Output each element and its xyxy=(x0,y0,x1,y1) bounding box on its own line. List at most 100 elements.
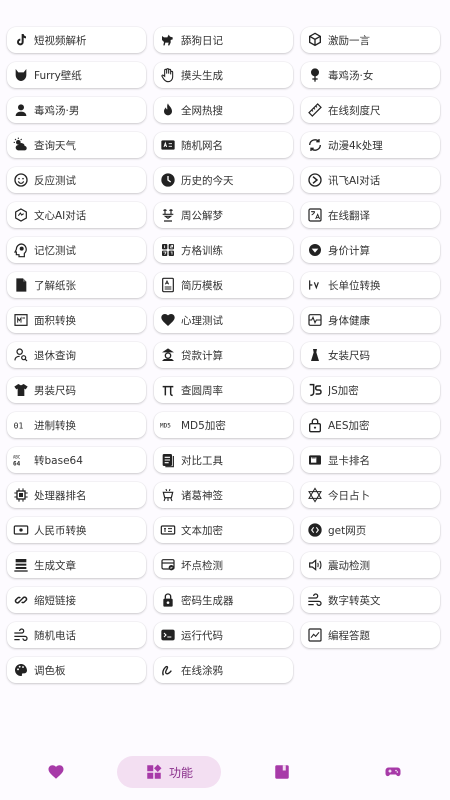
tool-label: 处理器排名 xyxy=(34,489,87,502)
tool-tile[interactable]: 查询天气 xyxy=(7,132,146,158)
loan-icon xyxy=(160,347,176,363)
tool-label: 方格训练 xyxy=(181,244,223,257)
length-unit-icon xyxy=(307,277,323,293)
tool-tile[interactable]: 激励一言 xyxy=(301,27,440,53)
pixel-check-icon xyxy=(160,557,176,573)
tool-tile[interactable]: 男装尺码 xyxy=(7,377,146,403)
area-icon xyxy=(13,312,29,328)
web-code-icon xyxy=(307,522,323,538)
grid-numbers-icon xyxy=(160,242,176,258)
dog-icon xyxy=(160,32,176,48)
shirt-icon xyxy=(13,382,29,398)
tool-label: 心理测试 xyxy=(181,314,223,327)
text-encrypt-icon xyxy=(160,522,176,538)
tool-tile[interactable]: AES加密 xyxy=(301,412,440,438)
tool-tile[interactable]: 舔狗日记 xyxy=(154,27,293,53)
tool-tile[interactable]: 心理测试 xyxy=(154,307,293,333)
tool-label: 查询天气 xyxy=(34,139,76,152)
tool-tile[interactable]: 身价计算 xyxy=(301,237,440,263)
tool-tile[interactable]: 随机电话 xyxy=(7,622,146,648)
nav-features[interactable]: 功能 xyxy=(117,756,221,788)
nav-games[interactable] xyxy=(375,756,411,788)
tool-tile[interactable]: 显卡排名 xyxy=(301,447,440,473)
tool-tile[interactable]: 全网热搜 xyxy=(154,97,293,123)
tool-label: 显卡排名 xyxy=(328,454,370,467)
tool-tile[interactable]: MD5 MD5加密 xyxy=(154,412,293,438)
tool-tile[interactable]: Furry壁纸 xyxy=(7,62,146,88)
tool-tile[interactable]: 处理器排名 xyxy=(7,482,146,508)
tool-tile[interactable]: 文心AI对话 xyxy=(7,202,146,228)
smile-icon xyxy=(13,172,29,188)
wind-icon xyxy=(13,627,29,643)
tool-tile[interactable]: 今日占卜 xyxy=(301,482,440,508)
tool-label: 编程答题 xyxy=(328,629,370,642)
tool-tile[interactable]: 摸头生成 xyxy=(154,62,293,88)
tool-tile[interactable]: 在线涂鸦 xyxy=(154,657,293,683)
tool-tile[interactable]: 记忆测试 xyxy=(7,237,146,263)
tool-tile[interactable]: 坏点检测 xyxy=(154,552,293,578)
tool-tile[interactable]: JS加密 xyxy=(301,377,440,403)
tool-tile[interactable]: 随机网名 xyxy=(154,132,293,158)
tool-tile[interactable]: 数字转英文 xyxy=(301,587,440,613)
tool-tile[interactable]: 面积转换 xyxy=(7,307,146,333)
tool-tile[interactable]: 简历模板 xyxy=(154,272,293,298)
heart-icon xyxy=(160,312,176,328)
tool-tile[interactable]: 密码生成器 xyxy=(154,587,293,613)
tool-tile[interactable]: 方格训练 xyxy=(154,237,293,263)
spark-icon xyxy=(307,172,323,188)
male-user-icon xyxy=(13,102,29,118)
tool-label: 讯飞AI对话 xyxy=(328,174,381,187)
cube-icon xyxy=(307,32,323,48)
password-icon xyxy=(160,592,176,608)
tool-tile[interactable]: 01 进制转换 xyxy=(7,412,146,438)
tool-tile[interactable]: get网页 xyxy=(301,517,440,543)
tool-tile[interactable]: 文本加密 xyxy=(154,517,293,543)
tool-tile[interactable]: 贷款计算 xyxy=(154,342,293,368)
tool-tile[interactable]: 震动检测 xyxy=(301,552,440,578)
nav-bookmarks[interactable] xyxy=(264,756,300,788)
pulse-icon xyxy=(307,312,323,328)
tool-label: 简历模板 xyxy=(181,279,223,292)
tool-tile[interactable]: 对比工具 xyxy=(154,447,293,473)
nav-favorites[interactable] xyxy=(38,756,74,788)
tool-tile[interactable]: 在线刻度尺 xyxy=(301,97,440,123)
image-sync-icon xyxy=(307,137,323,153)
tool-label: 面积转换 xyxy=(34,314,76,327)
tool-tile[interactable]: 了解纸张 xyxy=(7,272,146,298)
tool-label: 转base64 xyxy=(34,454,83,467)
tool-tile[interactable]: 编程答题 xyxy=(301,622,440,648)
tool-tile[interactable]: 在线翻译 xyxy=(301,202,440,228)
tool-tile[interactable]: 查圆周率 xyxy=(154,377,293,403)
tool-tile[interactable]: 反应测试 xyxy=(7,167,146,193)
tool-label: 长单位转换 xyxy=(328,279,381,292)
palette-icon xyxy=(13,662,29,678)
tool-tile[interactable]: 身体健康 xyxy=(301,307,440,333)
weather-icon xyxy=(13,137,29,153)
tool-tile[interactable]: 退休查询 xyxy=(7,342,146,368)
tool-tile[interactable]: 人民币转换 xyxy=(7,517,146,543)
resume-icon xyxy=(160,277,176,293)
tool-label: 女装尺码 xyxy=(328,349,370,362)
tool-tile[interactable]: 女装尺码 xyxy=(301,342,440,368)
tool-tile[interactable]: 运行代码 xyxy=(154,622,293,648)
tripod-icon xyxy=(160,487,176,503)
tool-label: 退休查询 xyxy=(34,349,76,362)
tool-tile[interactable]: 毒鸡汤·女 xyxy=(301,62,440,88)
bottom-navigation: 功能 xyxy=(0,744,450,800)
tool-tile[interactable]: ABC 64 转base64 xyxy=(7,447,146,473)
tool-label: 人民币转换 xyxy=(34,524,87,537)
tool-tile[interactable]: 缩短链接 xyxy=(7,587,146,613)
tool-tile[interactable]: 毒鸡汤·男 xyxy=(7,97,146,123)
tool-tile[interactable]: 长单位转换 xyxy=(301,272,440,298)
tool-tile[interactable]: 生成文章 xyxy=(7,552,146,578)
tool-label: AES加密 xyxy=(328,419,370,432)
tool-tile[interactable]: 调色板 xyxy=(7,657,146,683)
tool-tile[interactable]: 周公解梦 xyxy=(154,202,293,228)
paper-icon xyxy=(13,277,29,293)
tool-tile[interactable]: 短视频解析 xyxy=(7,27,146,53)
tool-tile[interactable]: 历史的今天 xyxy=(154,167,293,193)
tool-tile[interactable]: 动漫4k处理 xyxy=(301,132,440,158)
tool-tile[interactable]: 讯飞AI对话 xyxy=(301,167,440,193)
fox-icon xyxy=(13,67,29,83)
tool-tile[interactable]: 诸葛神签 xyxy=(154,482,293,508)
